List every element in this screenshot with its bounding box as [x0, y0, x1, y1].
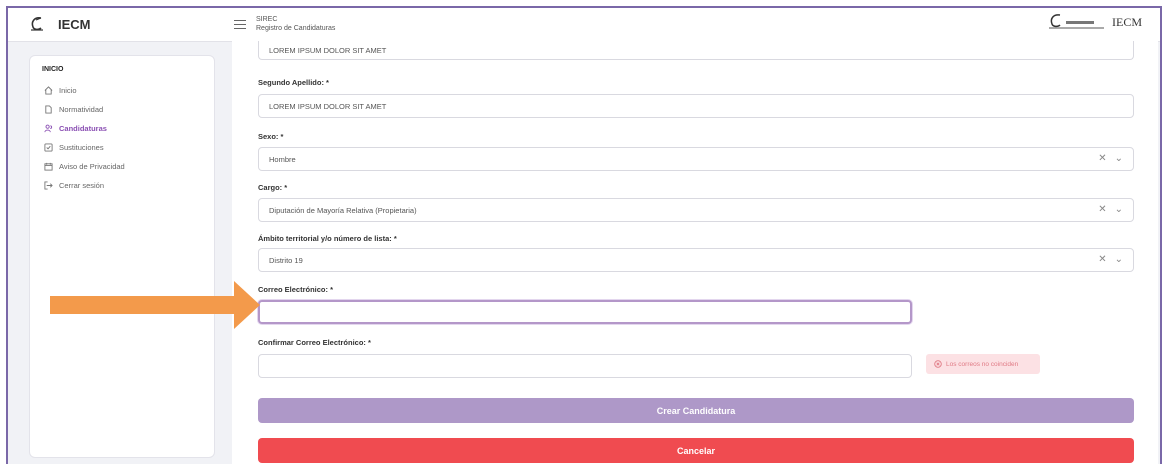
ambito-value: Distrito 19: [269, 255, 303, 265]
check-square-icon: [44, 143, 53, 152]
logout-icon: [44, 181, 53, 190]
right-brand-name: IECM: [1112, 14, 1142, 29]
annotation-arrow-icon: [50, 281, 260, 329]
sidebar-item-aviso-privacidad[interactable]: Aviso de Privacidad: [44, 162, 125, 171]
sidebar-item-label: Aviso de Privacidad: [59, 162, 125, 171]
cancel-button[interactable]: Cancelar: [258, 438, 1134, 463]
brand[interactable]: IECM: [28, 15, 91, 33]
sidebar-item-label: Cerrar sesión: [59, 181, 105, 190]
sexo-label: Sexo: *: [258, 132, 284, 141]
top-bar: IECM SIREC Registro de Candidaturas IECM: [8, 8, 1160, 42]
sidebar: INICIO Inicio Normatividad Candidaturas …: [29, 55, 215, 458]
sidebar-item-label: Inicio: [59, 86, 77, 95]
sidebar-item-normatividad[interactable]: Normatividad: [44, 105, 103, 114]
confirmar-correo-input[interactable]: [258, 354, 912, 378]
users-icon: [44, 124, 53, 133]
clear-icon[interactable]: ✕: [1098, 205, 1106, 215]
right-brand: IECM: [1046, 12, 1142, 32]
sidebar-item-label: Sustituciones: [59, 143, 104, 152]
chevron-down-icon[interactable]: ⌄: [1115, 205, 1123, 215]
segundo-apellido-label: Segundo Apellido: *: [258, 78, 329, 87]
app-name: SIREC: [256, 16, 278, 23]
clear-icon[interactable]: ✕: [1098, 255, 1106, 265]
ambito-label: Ámbito territorial y/o número de lista: …: [258, 234, 397, 243]
sidebar-item-cerrar-sesion[interactable]: Cerrar sesión: [44, 181, 104, 190]
ambito-select[interactable]: Distrito 19 ✕ ⌄: [258, 248, 1134, 272]
correo-label: Correo Electrónico: *: [258, 285, 334, 294]
document-icon: [45, 105, 52, 114]
calendar-icon: [44, 162, 53, 171]
chevron-down-icon[interactable]: ⌄: [1115, 154, 1123, 164]
previous-field-value: LOREM IPSUM DOLOR SIT AMET: [269, 45, 387, 55]
correo-text-input[interactable]: [270, 307, 900, 317]
sidebar-heading: INICIO: [42, 66, 64, 73]
sidebar-item-label: Candidaturas: [59, 124, 107, 133]
home-icon: [44, 86, 53, 95]
email-mismatch-error: Los correos no coinciden: [926, 354, 1040, 374]
cargo-value: Diputación de Mayoría Relativa (Propieta…: [269, 205, 417, 215]
sidebar-item-inicio[interactable]: Inicio: [44, 86, 77, 95]
confirmar-correo-label: Confirmar Correo Electrónico: *: [258, 338, 371, 347]
error-text: Los correos no coinciden: [946, 360, 1019, 368]
sidebar-item-label: Normatividad: [59, 105, 104, 114]
institution-logo-icon: [1049, 14, 1104, 29]
create-candidature-button[interactable]: Crear Candidatura: [258, 398, 1134, 423]
iecm-logo-icon: [31, 17, 43, 31]
sidebar-item-candidaturas[interactable]: Candidaturas: [44, 124, 107, 133]
segundo-apellido-value: LOREM IPSUM DOLOR SIT AMET: [269, 101, 387, 111]
clear-icon[interactable]: ✕: [1098, 154, 1106, 164]
cargo-label: Cargo: *: [258, 183, 288, 192]
app-subtitle: Registro de Candidaturas: [256, 25, 336, 32]
segundo-apellido-field[interactable]: LOREM IPSUM DOLOR SIT AMET: [258, 94, 1134, 118]
candidate-form: LOREM IPSUM DOLOR SIT AMET Segundo Apell…: [232, 41, 1158, 464]
previous-field[interactable]: LOREM IPSUM DOLOR SIT AMET: [258, 41, 1134, 60]
app-title: SIREC Registro de Candidaturas: [256, 15, 335, 33]
brand-name: IECM: [58, 16, 91, 32]
error-circle-icon: [934, 360, 942, 368]
sexo-select[interactable]: Hombre ✕ ⌄: [258, 147, 1134, 171]
confirmar-correo-text-input[interactable]: [269, 361, 901, 371]
cargo-select[interactable]: Diputación de Mayoría Relativa (Propieta…: [258, 198, 1134, 222]
correo-input[interactable]: [258, 300, 912, 324]
sidebar-item-sustituciones[interactable]: Sustituciones: [44, 143, 104, 152]
app-window: IECM SIREC Registro de Candidaturas IECM…: [6, 6, 1162, 464]
chevron-down-icon[interactable]: ⌄: [1115, 255, 1123, 265]
sexo-value: Hombre: [269, 154, 296, 164]
menu-toggle-icon[interactable]: [234, 20, 246, 32]
